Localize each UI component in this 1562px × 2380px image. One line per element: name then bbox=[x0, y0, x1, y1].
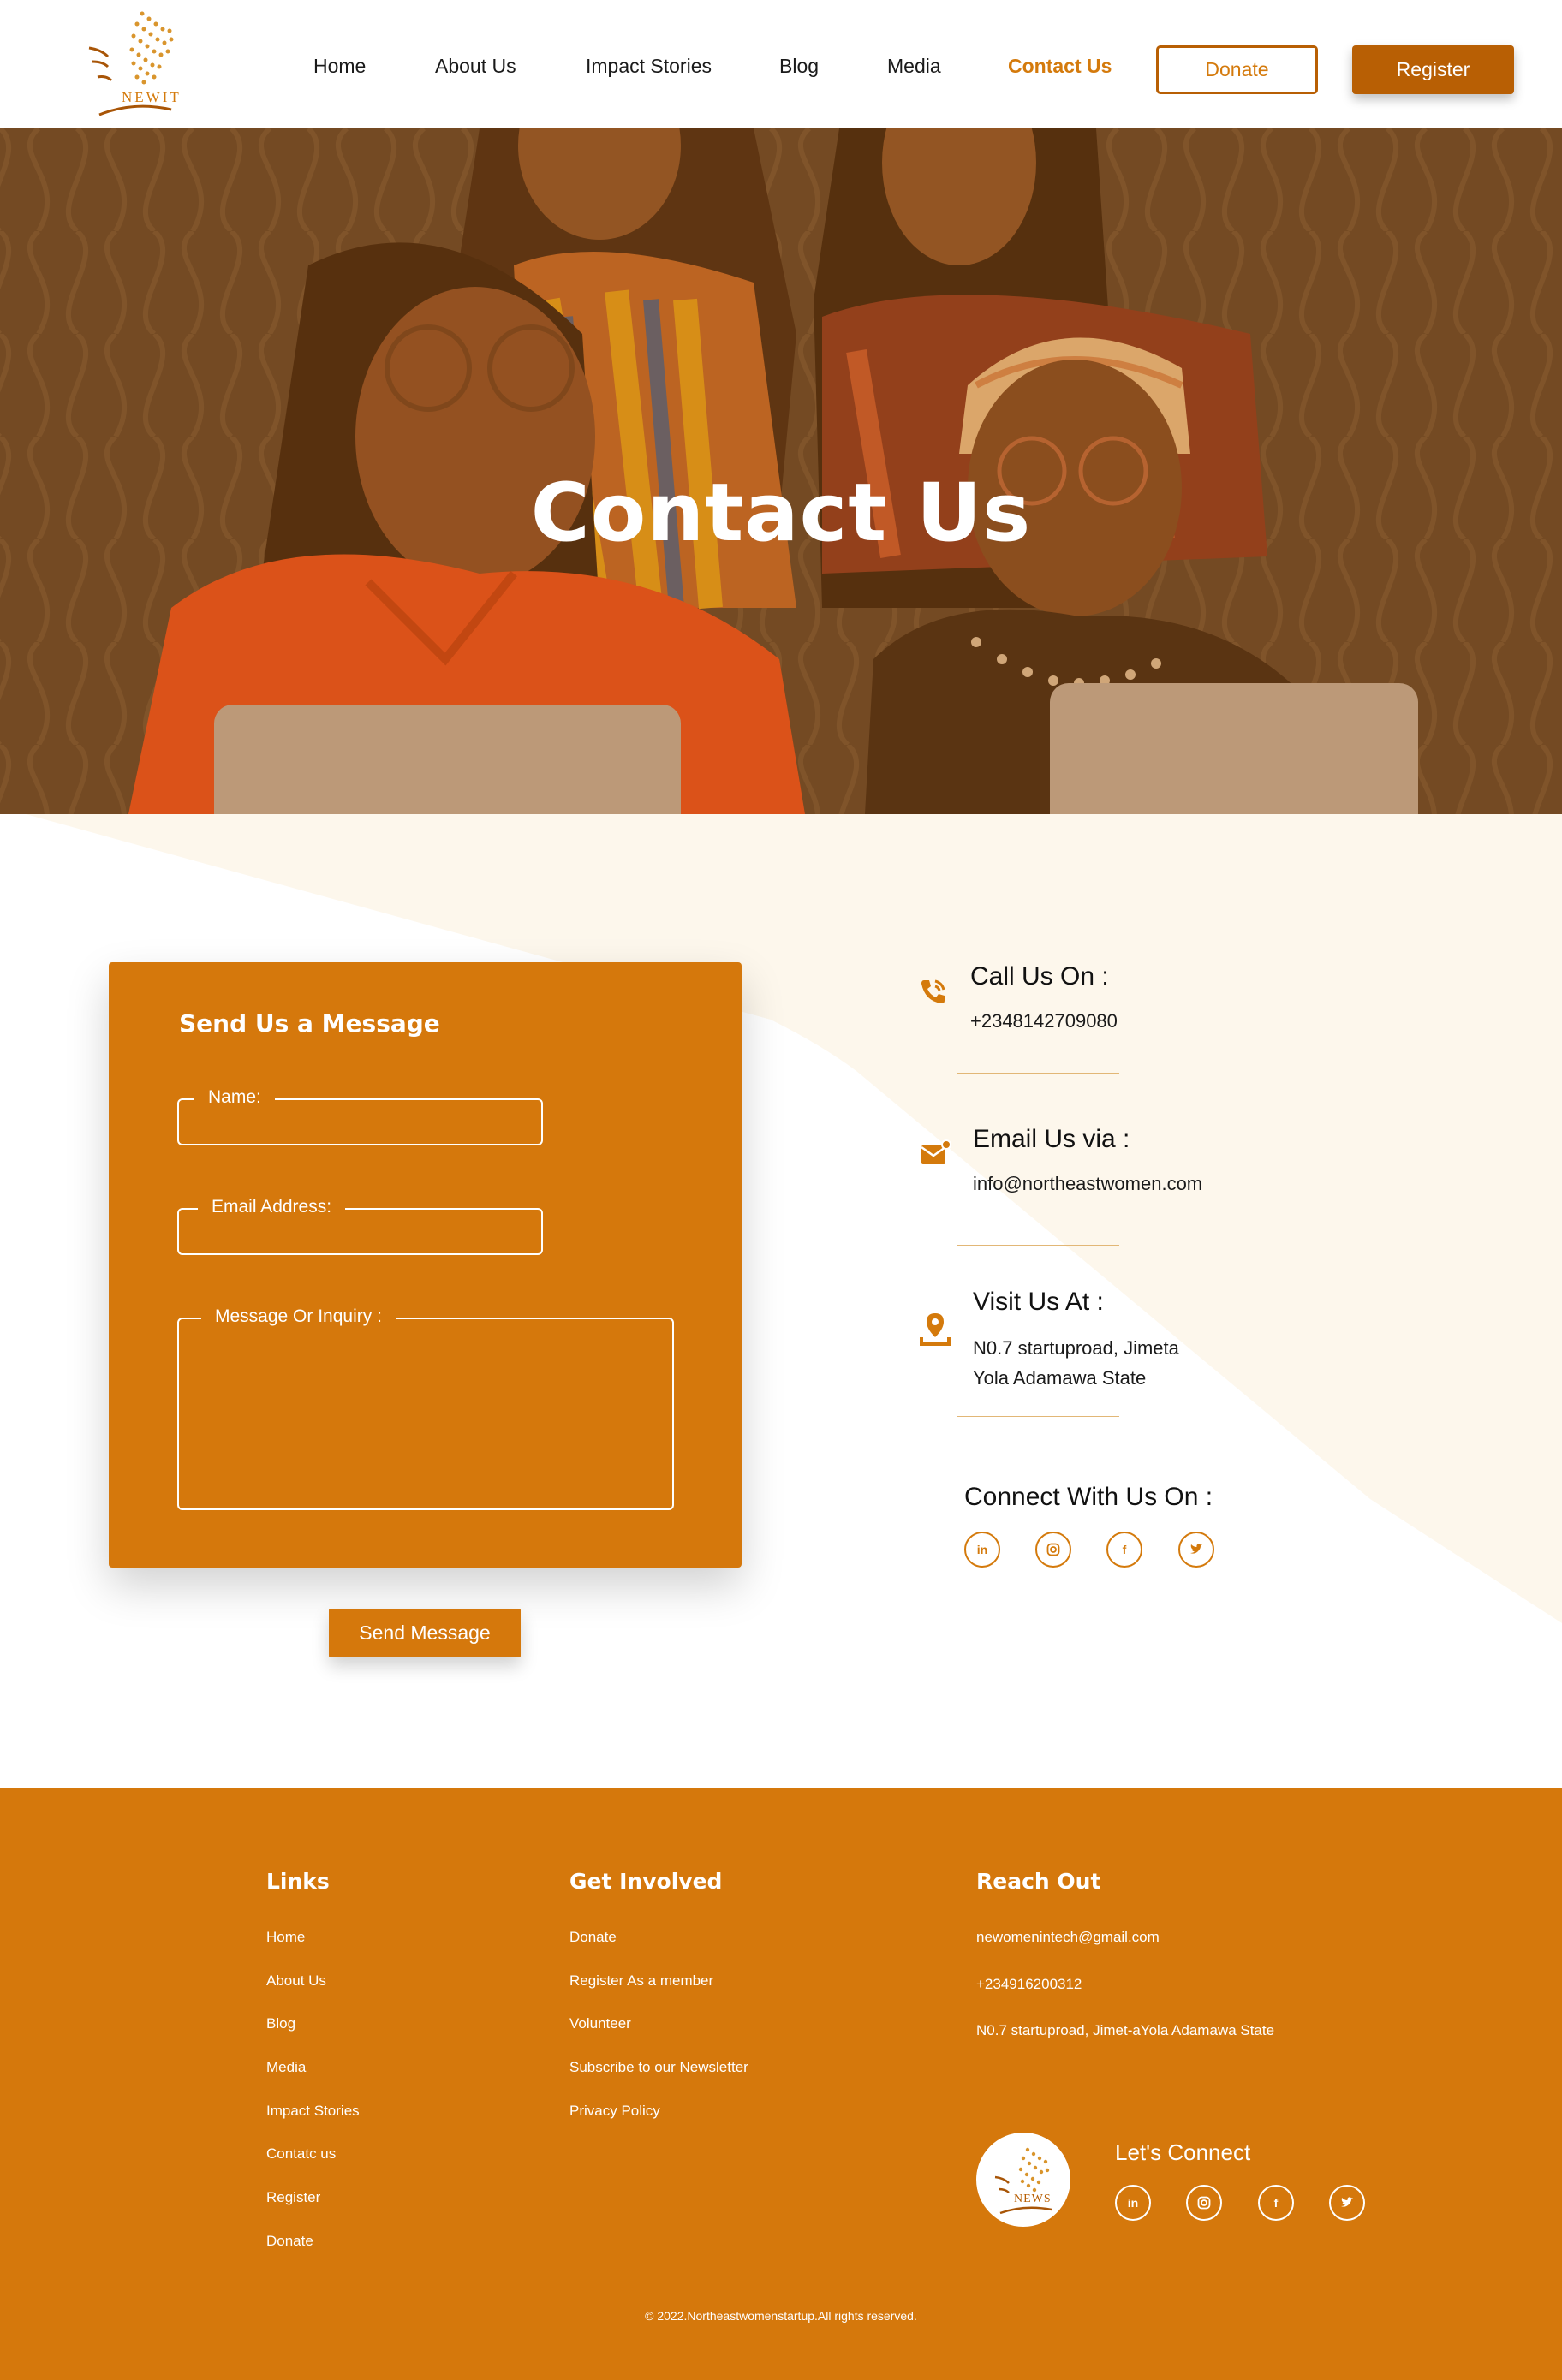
address-line-2: Yola Adamawa State bbox=[973, 1367, 1147, 1389]
site-footer: Links Home About Us Blog Media Impact St… bbox=[0, 1788, 1562, 2380]
nav-contact-us[interactable]: Contact Us bbox=[1008, 55, 1112, 78]
twitter-icon[interactable] bbox=[1178, 1532, 1214, 1568]
message-form-card: Send Us a Message Name: Email Address: M… bbox=[109, 962, 742, 1568]
footer-involved-donate[interactable]: Donate bbox=[569, 1929, 617, 1946]
phone-number: +2348142709080 bbox=[970, 1010, 1118, 1032]
message-textarea[interactable] bbox=[179, 1319, 672, 1508]
nav-about-us[interactable]: About Us bbox=[435, 55, 516, 78]
footer-link-home[interactable]: Home bbox=[266, 1929, 305, 1946]
footer-link-blog[interactable]: Blog bbox=[266, 2015, 295, 2032]
footer-link-contact-us[interactable]: Contatc us bbox=[266, 2145, 336, 2163]
donate-button[interactable]: Donate bbox=[1156, 45, 1318, 94]
nav-blog[interactable]: Blog bbox=[779, 55, 819, 78]
footer-links-heading: Links bbox=[266, 1869, 330, 1894]
message-label: Message Or Inquiry : bbox=[201, 1306, 396, 1327]
hero-title: Contact Us bbox=[530, 467, 1032, 560]
footer-reach-heading: Reach Out bbox=[976, 1869, 1101, 1894]
name-field-box: Name: bbox=[177, 1087, 543, 1145]
divider-email bbox=[957, 1245, 1119, 1246]
footer-linkedin-icon[interactable]: in bbox=[1115, 2185, 1151, 2221]
footer-reach-phone: +234916200312 bbox=[976, 1976, 1082, 1992]
divider-call bbox=[957, 1073, 1119, 1074]
email-icon bbox=[921, 1139, 951, 1164]
register-button[interactable]: Register bbox=[1352, 45, 1514, 94]
footer-link-impact-stories[interactable]: Impact Stories bbox=[266, 2103, 360, 2120]
location-pin-icon bbox=[920, 1313, 951, 1346]
linkedin-icon[interactable]: in bbox=[964, 1532, 1000, 1568]
copyright-text: 2022.Northeastwomenstartup.All rights re… bbox=[657, 2309, 917, 2323]
footer-link-media[interactable]: Media bbox=[266, 2059, 306, 2076]
connect-heading: Connect With Us On : bbox=[964, 1483, 1213, 1511]
message-field-box: Message Or Inquiry : bbox=[177, 1306, 674, 1510]
footer-logo-mark bbox=[994, 2147, 1052, 2215]
footer-involved-volunteer[interactable]: Volunteer bbox=[569, 2015, 631, 2032]
footer-news-logo: NEWS bbox=[976, 2133, 1070, 2227]
email-label: Email Address: bbox=[198, 1197, 346, 1217]
email-address[interactable]: info@northeastwomen.com bbox=[973, 1169, 1202, 1199]
footer-reach-address: N0.7 startuproad, Jimet-aYola Adamawa St… bbox=[976, 2022, 1275, 2038]
form-title: Send Us a Message bbox=[179, 1009, 440, 1038]
site-header: NEWIT Home About Us Impact Stories Blog … bbox=[0, 0, 1562, 128]
footer-logo-text: NEWS bbox=[1014, 2193, 1052, 2205]
send-message-button[interactable]: Send Message bbox=[329, 1609, 521, 1657]
name-label: Name: bbox=[194, 1087, 275, 1108]
visit-heading: Visit Us At : bbox=[973, 1288, 1104, 1316]
footer-involved-heading: Get Involved bbox=[569, 1869, 723, 1894]
footer-link-register[interactable]: Register bbox=[266, 2189, 320, 2206]
phone-icon bbox=[921, 979, 945, 1003]
divider-visit bbox=[957, 1416, 1119, 1417]
footer-twitter-icon[interactable] bbox=[1329, 2185, 1365, 2221]
footer-involved-newsletter[interactable]: Subscribe to our Newsletter bbox=[569, 2059, 748, 2076]
footer-instagram-icon[interactable] bbox=[1186, 2185, 1222, 2221]
footer-involved-register-member[interactable]: Register As a member bbox=[569, 1972, 713, 1990]
footer-link-about-us[interactable]: About Us bbox=[266, 1972, 326, 1990]
instagram-icon[interactable] bbox=[1035, 1532, 1071, 1568]
address-line-1: N0.7 startuproad, Jimeta bbox=[973, 1337, 1179, 1359]
footer-involved-privacy-policy[interactable]: Privacy Policy bbox=[569, 2103, 660, 2120]
footer-facebook-icon[interactable]: f bbox=[1258, 2185, 1294, 2221]
nav-impact-stories[interactable]: Impact Stories bbox=[586, 55, 712, 78]
footer-reach-email[interactable]: newomenintech@gmail.com bbox=[976, 1929, 1160, 1946]
call-heading: Call Us On : bbox=[970, 962, 1109, 991]
nav-media[interactable]: Media bbox=[887, 55, 941, 78]
hero-banner: Contact Us bbox=[0, 128, 1562, 814]
email-heading: Email Us via : bbox=[973, 1125, 1130, 1153]
copyright: © 2022.Northeastwomenstartup.All rights … bbox=[0, 2309, 1562, 2323]
copyright-icon: © bbox=[645, 2309, 654, 2323]
main-nav: Home About Us Impact Stories Blog Media … bbox=[0, 0, 1562, 128]
footer-link-donate[interactable]: Donate bbox=[266, 2233, 313, 2250]
facebook-icon[interactable]: f bbox=[1106, 1532, 1142, 1568]
lets-connect-label: Let's Connect bbox=[1115, 2139, 1251, 2165]
email-field-box: Email Address: bbox=[177, 1197, 543, 1255]
nav-home[interactable]: Home bbox=[313, 55, 366, 78]
